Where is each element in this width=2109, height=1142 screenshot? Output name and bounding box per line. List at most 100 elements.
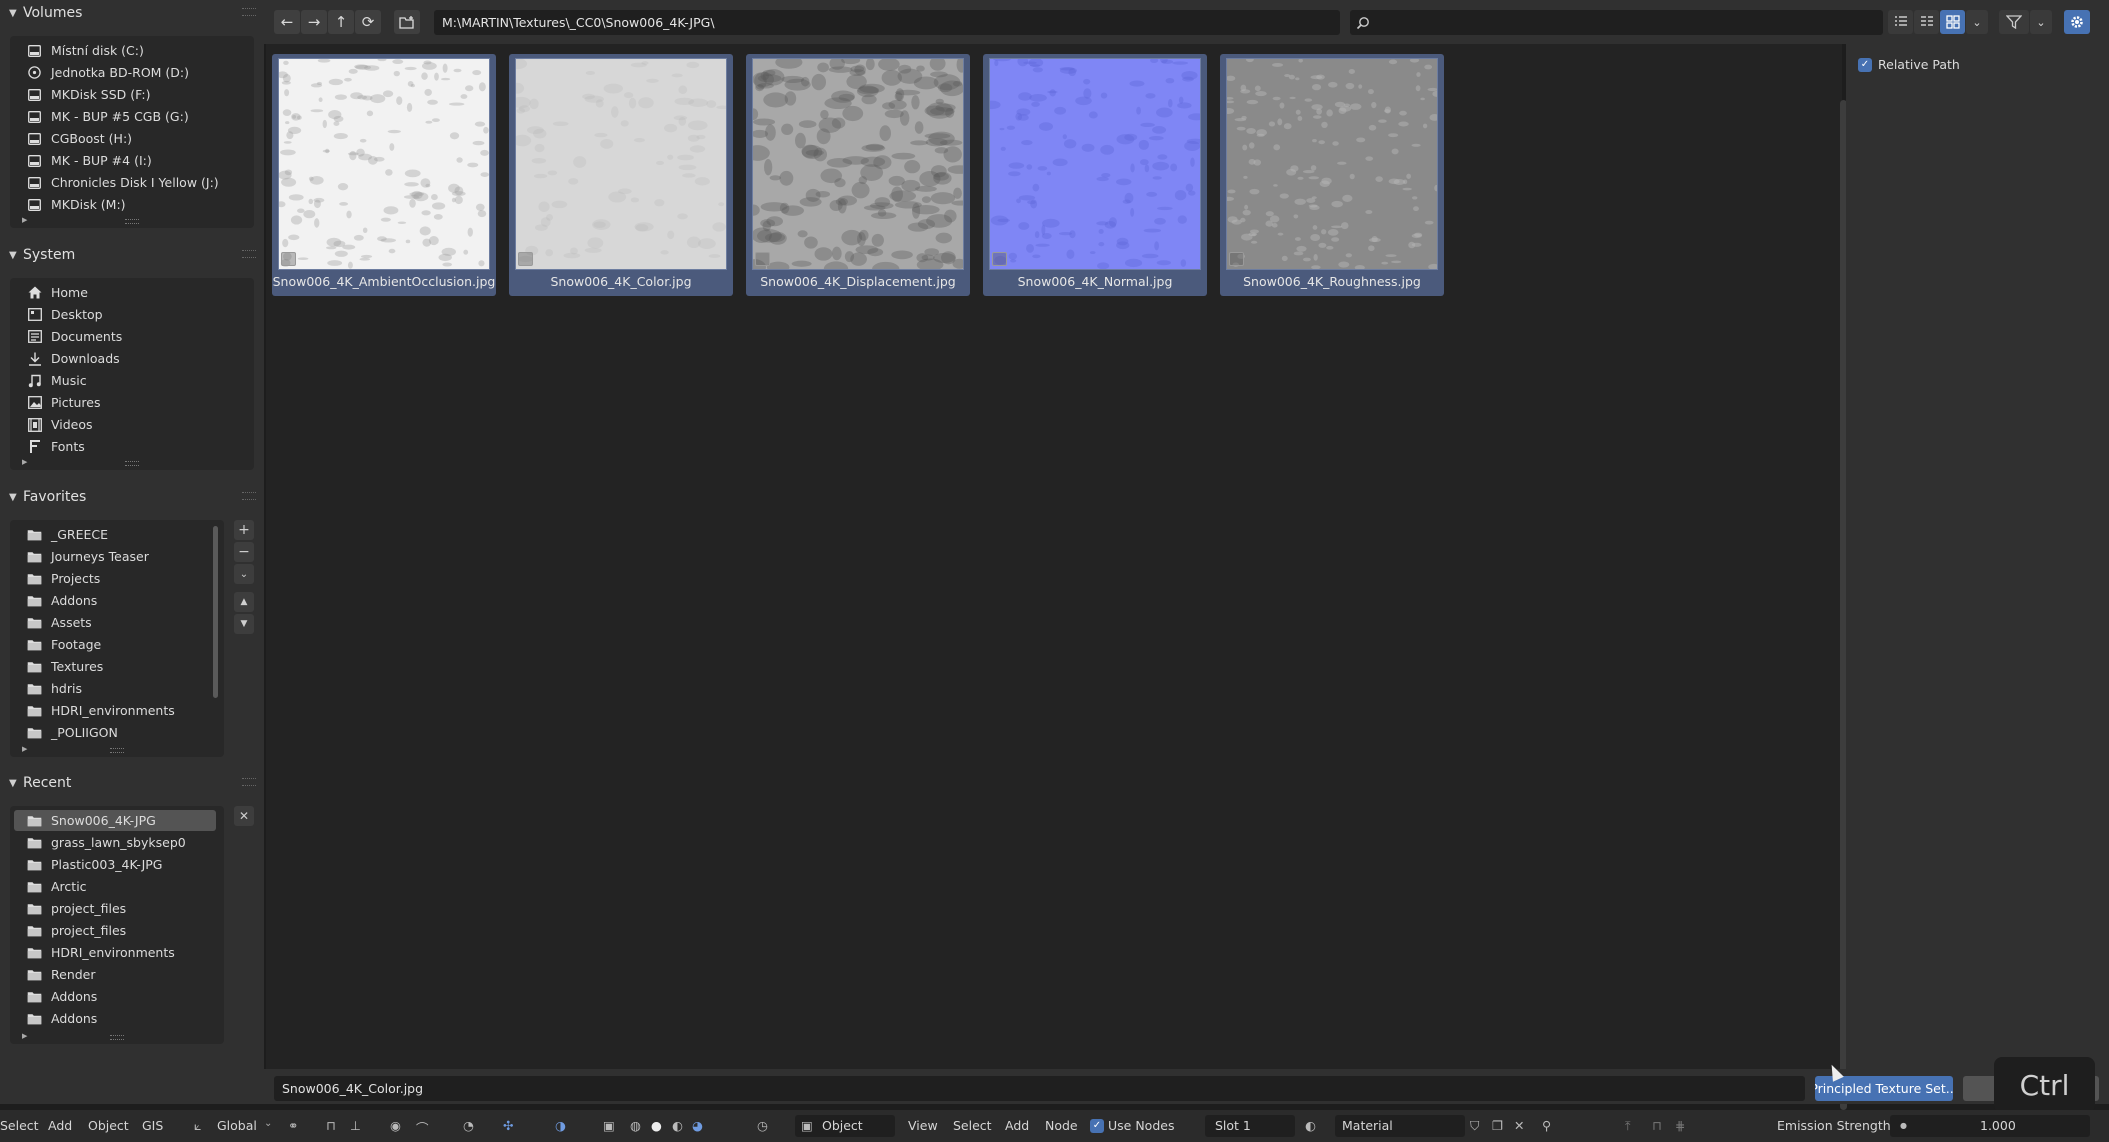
system-item[interactable]: Pictures <box>14 392 246 413</box>
favorites-item[interactable]: HDRI_environments <box>14 700 216 721</box>
move-up-button[interactable]: ▲ <box>234 592 254 612</box>
proportional-edit-icon[interactable]: ◉ <box>390 1118 401 1133</box>
display-vertical-list-button[interactable] <box>1888 10 1913 34</box>
forward-button[interactable]: → <box>301 10 327 34</box>
expand-triangle-icon[interactable]: ▶ <box>22 458 27 466</box>
favorites-header[interactable]: ▼ Favorites <box>0 484 264 510</box>
volumes-item[interactable]: Chronicles Disk I Yellow (J:) <box>14 172 246 193</box>
resize-handle[interactable] <box>110 1035 124 1040</box>
display-horizontal-list-button[interactable] <box>1914 10 1939 34</box>
xray-icon[interactable]: ▣ <box>603 1118 615 1133</box>
texture-thumbnail[interactable] <box>276 58 490 270</box>
node-select-menu[interactable]: Select <box>953 1118 992 1133</box>
favorites-item[interactable]: Projects <box>14 568 216 589</box>
drag-grip-icon[interactable] <box>242 8 256 16</box>
display-thumbnails-button[interactable] <box>1940 10 1965 34</box>
node-snap-icon[interactable]: ⊓ <box>1652 1118 1662 1133</box>
recent-item[interactable]: HDRI_environments <box>14 942 216 963</box>
recent-item[interactable]: Arctic <box>14 876 216 897</box>
view-menu[interactable]: View <box>908 1118 938 1133</box>
resize-handle[interactable] <box>125 461 139 466</box>
system-item[interactable]: Documents <box>14 326 246 347</box>
favorites-item[interactable]: Assets <box>14 612 216 633</box>
texture-thumbnail[interactable] <box>742 55 972 277</box>
file-tile[interactable]: Snow006_4K_Color.jpg <box>508 54 733 296</box>
material-browse-icon[interactable]: ◐ <box>1305 1118 1316 1133</box>
file-tile[interactable]: Snow006_4K_Roughness.jpg <box>1220 54 1444 296</box>
drag-grip-icon[interactable] <box>242 778 256 786</box>
system-item[interactable]: Downloads <box>14 348 246 369</box>
filename-field[interactable]: Snow006_4K_Color.jpg <box>274 1076 1805 1101</box>
system-item[interactable]: Fonts <box>14 436 246 457</box>
overlay-icon[interactable]: ◑ <box>555 1118 566 1133</box>
file-tile[interactable]: Snow006_4K_Normal.jpg <box>983 54 1207 296</box>
recent-item[interactable]: project_files <box>14 898 216 919</box>
falloff-icon[interactable]: ⌒ <box>416 1118 429 1137</box>
favorites-item[interactable]: _GREECE <box>14 524 216 545</box>
volumes-item[interactable]: MK - BUP #5 CGB (G:) <box>14 106 246 127</box>
fake-user-icon[interactable]: ⛉ <box>1470 1118 1479 1134</box>
resize-handle[interactable] <box>110 748 124 753</box>
system-header[interactable]: ▼ System <box>0 242 264 268</box>
object-menu[interactable]: Object <box>88 1118 129 1133</box>
transform-orientation-dropdown[interactable]: Global <box>217 1118 257 1133</box>
volumes-item[interactable]: MK - BUP #4 (I:) <box>14 150 246 171</box>
volumes-item[interactable]: MKDisk (M:) <box>14 194 246 215</box>
unlink-icon[interactable]: ✕ <box>1514 1118 1524 1133</box>
parent-directory-button[interactable]: ↑ <box>328 10 354 34</box>
pin-icon[interactable]: ⚲ <box>1542 1118 1551 1133</box>
duplicate-icon[interactable]: ❐ <box>1492 1118 1503 1133</box>
add-menu[interactable]: Add <box>48 1118 72 1133</box>
recent-item[interactable]: Plastic003_4K-JPG <box>14 854 216 875</box>
recent-item[interactable]: Addons <box>14 986 216 1007</box>
relative-path-checkbox[interactable]: ✓ <box>1858 57 1872 72</box>
add-bookmark-button[interactable]: + <box>234 520 254 540</box>
wireframe-shading-icon[interactable]: ◍ <box>630 1118 641 1133</box>
search-field[interactable] <box>1350 10 1883 35</box>
texture-thumbnail[interactable] <box>983 54 1206 270</box>
use-nodes-checkbox[interactable]: ✓ <box>1090 1119 1104 1133</box>
directory-path-field[interactable]: M:\MARTIN\Textures\_CC0\Snow006_4K-JPG\ <box>434 10 1340 35</box>
expand-triangle-icon[interactable]: ▶ <box>22 216 27 224</box>
favorites-item[interactable]: Footage <box>14 634 216 655</box>
keyframe-dot-icon[interactable]: ● <box>1900 1121 1907 1130</box>
recent-item[interactable]: Snow006_4K-JPG <box>14 810 216 831</box>
rendered-shading-icon[interactable]: ◕ <box>692 1118 703 1133</box>
volumes-header[interactable]: ▼ Volumes <box>0 0 264 26</box>
move-down-button[interactable]: ▼ <box>234 614 254 634</box>
back-button[interactable]: ← <box>274 10 300 34</box>
gis-menu[interactable]: GIS <box>142 1118 163 1133</box>
solid-shading-icon[interactable]: ● <box>651 1118 662 1133</box>
file-tile[interactable]: Snow006_4K_AmbientOcclusion.jpg <box>272 54 496 296</box>
parent-node-tree-icon[interactable]: ⤒ <box>1625 1118 1631 1134</box>
refresh-button[interactable]: ⟳ <box>355 10 381 34</box>
node-add-menu[interactable]: Add <box>1005 1118 1029 1133</box>
visibility-icon[interactable]: ◔ <box>463 1118 474 1133</box>
recent-item[interactable]: project_files <box>14 920 216 941</box>
material-shading-icon[interactable]: ◐ <box>672 1118 683 1133</box>
clear-recent-button[interactable]: ✕ <box>234 806 254 826</box>
remove-bookmark-button[interactable]: − <box>234 542 254 562</box>
texture-thumbnail[interactable] <box>508 58 730 270</box>
favorites-item[interactable]: Addons <box>14 590 216 611</box>
node-snap-element-icon[interactable]: ⋕ <box>1675 1118 1685 1133</box>
pivot-point-icon[interactable]: ⚭ <box>288 1118 298 1133</box>
volumes-item[interactable]: MKDisk SSD (F:) <box>14 84 246 105</box>
filter-options-dropdown[interactable]: ⌄ <box>2030 10 2052 34</box>
filter-button[interactable] <box>1999 10 2029 34</box>
volumes-item[interactable]: Jednotka BD-ROM (D:) <box>14 62 246 83</box>
favorites-item[interactable]: _POLIIGON <box>14 722 216 743</box>
texture-thumbnail[interactable] <box>1223 57 1441 271</box>
editor-type-icon[interactable]: ◷ <box>757 1118 768 1133</box>
recent-item[interactable]: grass_lawn_sbyksep0 <box>14 832 216 853</box>
settings-toggle-button[interactable] <box>2064 10 2090 34</box>
snap-increment-icon[interactable]: ⊥ <box>350 1118 361 1133</box>
favorites-item[interactable]: hdris <box>14 678 216 699</box>
system-item[interactable]: Desktop <box>14 304 246 325</box>
expand-triangle-icon[interactable]: ▶ <box>22 745 27 753</box>
recent-header[interactable]: ▼ Recent <box>0 770 264 796</box>
volumes-item[interactable]: Místní disk (C:) <box>14 40 246 61</box>
relative-path-option[interactable]: ✓ Relative Path <box>1858 57 1960 72</box>
drag-grip-icon[interactable] <box>242 492 256 500</box>
system-item[interactable]: Videos <box>14 414 246 435</box>
